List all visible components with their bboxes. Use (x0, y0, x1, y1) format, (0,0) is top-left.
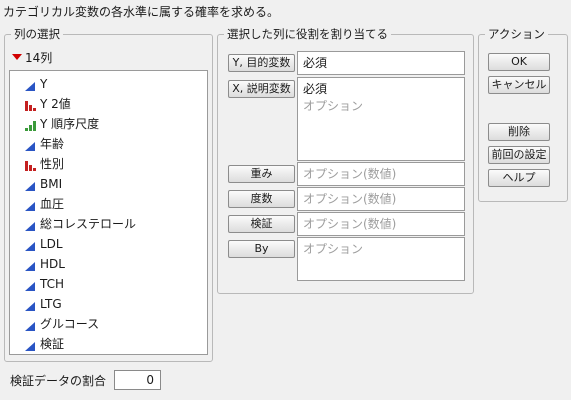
continuous-icon (24, 139, 36, 151)
column-count-label: 14列 (25, 51, 53, 65)
by-placeholder: オプション (303, 242, 364, 256)
by-dropzone[interactable]: オプション (297, 237, 465, 281)
validation-dropzone[interactable]: オプション(数値) (297, 212, 465, 236)
validation-portion-label: 検証データの割合 (10, 374, 107, 388)
by-button[interactable]: By (228, 240, 295, 258)
column-list-item-label: LTG (40, 297, 62, 311)
continuous-icon (24, 339, 36, 351)
column-list-item-label: 検証 (40, 337, 65, 351)
validation-portion-input[interactable]: 0 (114, 370, 161, 390)
instruction-text: カテゴリカル変数の各水準に属する確率を求める。 (3, 5, 280, 19)
column-list-item-label: 年齢 (40, 137, 65, 151)
column-list-item-label: グルコース (40, 317, 100, 331)
y-response-dropzone[interactable]: 必須 (297, 51, 465, 75)
ordinal-icon (24, 119, 36, 131)
continuous-icon (24, 79, 36, 91)
freq-button[interactable]: 度数 (228, 190, 295, 208)
continuous-icon (24, 219, 36, 231)
x-factor-dropzone[interactable]: 必須 オプション (297, 77, 465, 161)
cancel-button[interactable]: キャンセル (488, 76, 550, 94)
continuous-icon (24, 199, 36, 211)
red-triangle-menu-icon[interactable] (12, 54, 22, 60)
help-button[interactable]: ヘルプ (488, 169, 550, 187)
recall-button[interactable]: 前回の設定 (488, 146, 550, 164)
continuous-icon (24, 319, 36, 331)
roles-legend: 選択した列に役割を割り当てる (224, 27, 391, 41)
column-list-item-label: LDL (40, 237, 63, 251)
weight-placeholder: オプション(数値) (303, 167, 397, 181)
remove-button[interactable]: 削除 (488, 123, 550, 141)
nominal-icon (24, 159, 36, 171)
actions-group: アクション OK キャンセル 削除 前回の設定 ヘルプ (478, 27, 568, 202)
roles-group: 選択した列に役割を割り当てる Y, 目的変数 必須 X, 説明変数 必須 オプシ… (217, 27, 474, 294)
column-select-group: 列の選択 14列 Y Y 2値 Y 順序尺度 年齢性別 BMI 血圧総コレステロール LDL… (4, 27, 213, 362)
freq-placeholder: オプション(数値) (303, 192, 397, 206)
y-response-button[interactable]: Y, 目的変数 (228, 54, 295, 72)
continuous-icon (24, 259, 36, 271)
x-factor-button[interactable]: X, 説明変数 (228, 80, 295, 98)
continuous-icon (24, 239, 36, 251)
continuous-icon (24, 299, 36, 311)
column-list[interactable]: Y Y 2値 Y 順序尺度 年齢性別 BMI 血圧総コレステロール LDL HDL TCH LTG… (9, 70, 208, 355)
column-list-item-label: 総コレステロール (40, 217, 137, 231)
column-list-item-label: TCH (40, 277, 65, 291)
column-list-item-label: Y (40, 77, 48, 91)
column-list-item-label: Y 2値 (40, 97, 71, 111)
column-list-item-label: 血圧 (40, 197, 65, 211)
column-list-item-label: BMI (40, 177, 63, 191)
column-list-item-label: HDL (40, 257, 65, 271)
freq-dropzone[interactable]: オプション(数値) (297, 187, 465, 211)
y-required-text: 必須 (303, 56, 328, 70)
validation-placeholder: オプション(数値) (303, 217, 397, 231)
actions-legend: アクション (485, 27, 548, 41)
continuous-icon (24, 179, 36, 191)
x-optional-text: オプション (303, 99, 364, 113)
weight-button[interactable]: 重み (228, 165, 295, 183)
column-select-legend: 列の選択 (11, 27, 63, 41)
continuous-icon (24, 279, 36, 291)
validation-button[interactable]: 検証 (228, 215, 295, 233)
weight-dropzone[interactable]: オプション(数値) (297, 162, 465, 186)
column-list-item-label: 性別 (40, 157, 65, 171)
nominal-icon (24, 99, 36, 111)
x-required-text: 必須 (303, 82, 328, 96)
column-list-item-label: Y 順序尺度 (40, 117, 100, 131)
ok-button[interactable]: OK (488, 53, 550, 71)
